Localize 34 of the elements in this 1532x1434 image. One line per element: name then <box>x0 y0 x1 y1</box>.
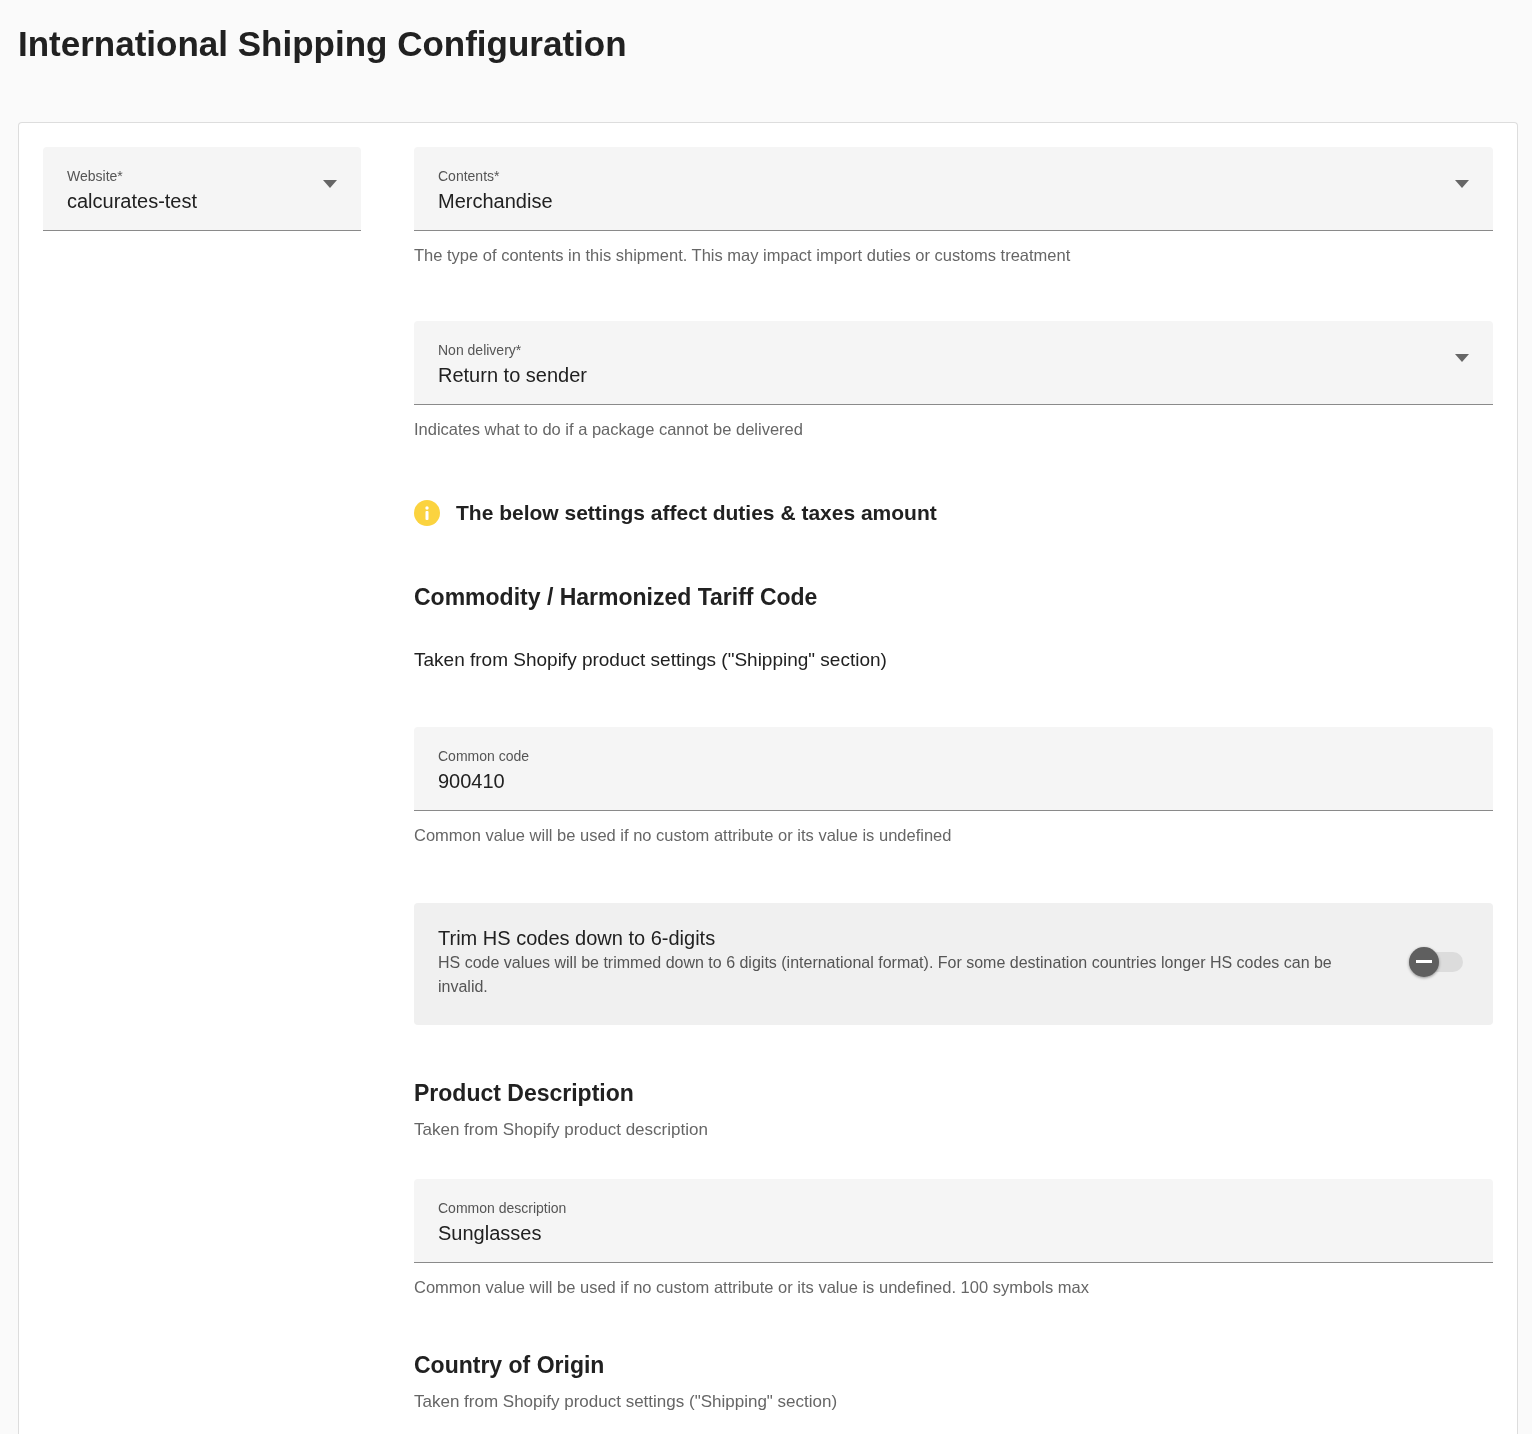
helper-text: Common value will be used if no custom attribute or its value is undefined <box>414 824 953 845</box>
select-field[interactable]: Website* calcurates-test <box>43 147 361 231</box>
field-value: Merchandise <box>438 189 553 214</box>
toggle-title: Trim HS codes down to 6-digits <box>438 925 717 951</box>
field-label: Common description <box>438 1199 567 1217</box>
helper-text: Common value will be used if no custom attribute or its value is undefined. 100 symbols max <box>414 1276 1090 1297</box>
caret-icon <box>1455 354 1469 362</box>
select-field[interactable]: Non delivery* Return to sender <box>414 321 1493 405</box>
field-value: 900410 <box>438 768 505 794</box>
section-heading: Product Description <box>414 1078 635 1108</box>
field-label: Common code <box>438 747 530 765</box>
field-value: calcurates-test <box>67 189 198 214</box>
input-field[interactable]: Common description Sunglasses <box>414 1178 1493 1263</box>
notice-text: The below settings affect duties & taxes amount <box>456 500 937 526</box>
page-title: International Shipping Configuration <box>18 23 628 65</box>
section-heading: Commodity / Harmonized Tariff Code <box>414 582 819 612</box>
section-text: Taken from Shopify product settings ("Shipping" section) <box>414 647 888 672</box>
field-label: Contents* <box>438 168 500 185</box>
section-subtext: Taken from Shopify product description <box>414 1119 709 1140</box>
info-icon <box>414 499 440 526</box>
toggle-switch[interactable] <box>1409 946 1463 977</box>
toggle-description: HS code values will be trimmed down to 6 digits (international format). For some destination countries longer HS codes can be invalid. <box>438 952 1333 997</box>
caret-icon <box>323 180 337 188</box>
select-field[interactable]: Contents* Merchandise <box>414 147 1493 231</box>
field-value: Return to sender <box>438 363 587 388</box>
helper-text: Indicates what to do if a package cannot be delivered <box>414 419 804 439</box>
caret-icon <box>1455 180 1469 188</box>
helper-text: The type of contents in this shipment. This may impact import duties or customs treatment <box>414 245 1072 265</box>
field-value: Sunglasses <box>438 1220 542 1246</box>
field-label: Website* <box>67 168 123 185</box>
field-label: Non delivery* <box>438 342 522 359</box>
section-subtext: Taken from Shopify product settings ("Shipping" section) <box>414 1391 839 1412</box>
input-field[interactable]: Common code 900410 <box>414 726 1493 811</box>
section-heading: Country of Origin <box>414 1350 606 1380</box>
